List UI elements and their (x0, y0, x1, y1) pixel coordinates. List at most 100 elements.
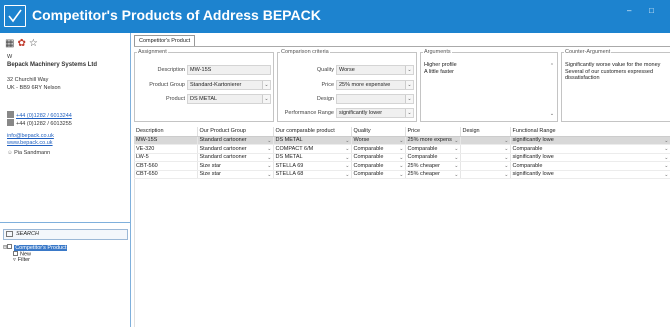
chevron-down-icon[interactable]: ⌄ (454, 163, 458, 169)
chevron-down-icon[interactable]: ⌄ (504, 138, 508, 144)
chevron-down-icon[interactable]: ⌄ (454, 138, 458, 144)
table-row[interactable]: CBT-560 Size star ⌄ STELLA 69 ⌄ Comparable ⌄ 25… (134, 161, 670, 171)
tree-item-filter[interactable]: ▿ Filter (3, 257, 67, 264)
table-cell[interactable]: 25% cheaper ⌄ (405, 161, 461, 171)
scroll-up-icon[interactable]: ⌃ (549, 63, 555, 69)
arguments-textarea[interactable]: Higher profile A little faster (423, 61, 549, 76)
table-cell[interactable]: ⌄ (460, 153, 511, 162)
chevron-down-icon[interactable]: ⌄ (405, 95, 413, 103)
counter-argument-textarea[interactable]: Significantly worse value for the money … (564, 61, 670, 83)
web-link[interactable]: www.bepack.co.uk (7, 140, 53, 146)
chevron-down-icon[interactable]: ⌄ (399, 138, 403, 144)
table-cell[interactable]: Comparable ⌄ (351, 170, 406, 179)
product-group-select[interactable]: Standard-Kartonierer ⌄ (187, 80, 271, 90)
table-row[interactable]: CBT-650 Size star ⌄ STELLA 68 ⌄ Comparable ⌄ 25… (134, 170, 670, 179)
table-cell[interactable]: Comparable ⌄ (405, 144, 461, 154)
table-cell[interactable]: ⌄ (460, 161, 511, 171)
chevron-down-icon[interactable]: ⌄ (399, 172, 403, 178)
table-cell[interactable]: Worse ⌄ (351, 136, 406, 145)
table-cell[interactable]: Size star ⌄ (197, 170, 274, 179)
performance-select[interactable]: significantly lower ⌄ (336, 108, 414, 118)
star-icon[interactable]: ☆ (29, 38, 38, 49)
chevron-down-icon[interactable]: ⌄ (399, 146, 403, 152)
chevron-down-icon[interactable]: ⌄ (664, 172, 668, 178)
phone-link[interactable]: +44 (0)1282 / 6013244 (7, 111, 72, 119)
table-cell[interactable]: DS METAL ⌄ (273, 136, 352, 145)
table-cell[interactable]: Comparable ⌄ (510, 161, 670, 171)
chevron-down-icon[interactable]: ⌄ (454, 155, 458, 161)
column-header[interactable]: Our Product Group (197, 127, 274, 137)
table-cell[interactable]: Standard cartooner ⌄ (197, 153, 274, 162)
table-cell[interactable]: 25% more expens ⌄ (405, 136, 461, 145)
chevron-down-icon[interactable]: ⌄ (405, 109, 413, 117)
column-header[interactable]: Quality (351, 127, 406, 137)
email-link[interactable]: info@bepack.co.uk (7, 133, 54, 139)
table-cell[interactable]: Comparable ⌄ (351, 153, 406, 162)
table-row[interactable]: VE-320 Standard cartooner ⌄ COMPACT 6/M ⌄ Com… (134, 144, 670, 154)
table-cell[interactable]: Size star ⌄ (197, 161, 274, 171)
table-cell[interactable]: Comparable ⌄ (351, 144, 406, 154)
chevron-down-icon[interactable]: ⌄ (267, 155, 271, 161)
table-cell[interactable]: significantly lowe ⌄ (510, 136, 670, 145)
chevron-down-icon[interactable]: ⌄ (405, 81, 413, 89)
column-header[interactable]: Design (460, 127, 511, 137)
table-row[interactable]: MW-15S Standard cartooner ⌄ DS METAL ⌄ Worse ⌄… (134, 136, 670, 145)
grid-icon[interactable]: ▦ (5, 38, 14, 49)
settings-icon[interactable]: ✿ (17, 38, 25, 49)
table-cell[interactable]: Standard cartooner ⌄ (197, 144, 274, 154)
table-cell[interactable]: Comparable ⌄ (351, 161, 406, 171)
price-select[interactable]: 25% more expensive ⌄ (336, 80, 414, 90)
fax-icon (7, 119, 14, 126)
chevron-down-icon[interactable]: ⌄ (345, 138, 349, 144)
chevron-down-icon[interactable]: ⌄ (504, 155, 508, 161)
table-cell[interactable]: significantly lowe ⌄ (510, 153, 670, 162)
chevron-down-icon[interactable]: ⌄ (262, 95, 270, 103)
scroll-down-icon[interactable]: ⌄ (549, 111, 555, 117)
description-field[interactable]: MW-15S (187, 65, 271, 75)
table-cell[interactable]: STELLA 68 ⌄ (273, 170, 352, 179)
product-select[interactable]: DS METAL ⌄ (187, 94, 271, 104)
chevron-down-icon[interactable]: ⌄ (664, 146, 668, 152)
table-cell[interactable]: DS METAL ⌄ (273, 153, 352, 162)
table-cell[interactable]: 25% cheaper ⌄ (405, 170, 461, 179)
chevron-down-icon[interactable]: ⌄ (664, 163, 668, 169)
chevron-down-icon[interactable]: ⌄ (267, 146, 271, 152)
minimize-button[interactable]: – (627, 6, 631, 15)
search-input[interactable]: SEARCH (3, 229, 128, 240)
chevron-down-icon[interactable]: ⌄ (267, 172, 271, 178)
chevron-down-icon[interactable]: ⌄ (267, 163, 271, 169)
table-row[interactable]: LW-5 Standard cartooner ⌄ DS METAL ⌄ Comparab… (134, 153, 670, 162)
table-cell[interactable]: Standard cartooner ⌄ (197, 136, 274, 145)
table-cell[interactable]: ⌄ (460, 136, 511, 145)
design-select[interactable]: ⌄ (336, 94, 414, 104)
chevron-down-icon[interactable]: ⌄ (345, 155, 349, 161)
chevron-down-icon[interactable]: ⌄ (504, 146, 508, 152)
quality-select[interactable]: Worse ⌄ (336, 65, 414, 75)
chevron-down-icon[interactable]: ⌄ (504, 172, 508, 178)
column-header[interactable]: Our comparable product (273, 127, 352, 137)
maximize-button[interactable]: □ (649, 6, 654, 15)
table-cell[interactable]: STELLA 69 ⌄ (273, 161, 352, 171)
column-header[interactable]: Price (405, 127, 461, 137)
table-cell[interactable]: ⌄ (460, 144, 511, 154)
chevron-down-icon[interactable]: ⌄ (454, 146, 458, 152)
table-cell[interactable]: COMPACT 6/M ⌄ (273, 144, 352, 154)
table-cell[interactable]: ⌄ (460, 170, 511, 179)
column-header[interactable]: Functional Range (510, 127, 670, 137)
chevron-down-icon[interactable]: ⌄ (345, 163, 349, 169)
chevron-down-icon[interactable]: ⌄ (454, 172, 458, 178)
chevron-down-icon[interactable]: ⌄ (399, 155, 403, 161)
table-cell[interactable]: Comparable ⌄ (405, 153, 461, 162)
chevron-down-icon[interactable]: ⌄ (664, 155, 668, 161)
chevron-down-icon[interactable]: ⌄ (405, 66, 413, 74)
chevron-down-icon[interactable]: ⌄ (504, 163, 508, 169)
table-cell[interactable]: significantly lowe ⌄ (510, 170, 670, 179)
chevron-down-icon[interactable]: ⌄ (664, 138, 668, 144)
chevron-down-icon[interactable]: ⌄ (399, 163, 403, 169)
column-header[interactable]: Description (134, 127, 198, 137)
chevron-down-icon[interactable]: ⌄ (345, 172, 349, 178)
table-cell[interactable]: Comparable ⌄ (510, 144, 670, 154)
chevron-down-icon[interactable]: ⌄ (267, 138, 271, 144)
chevron-down-icon[interactable]: ⌄ (345, 146, 349, 152)
chevron-down-icon[interactable]: ⌄ (262, 81, 270, 89)
